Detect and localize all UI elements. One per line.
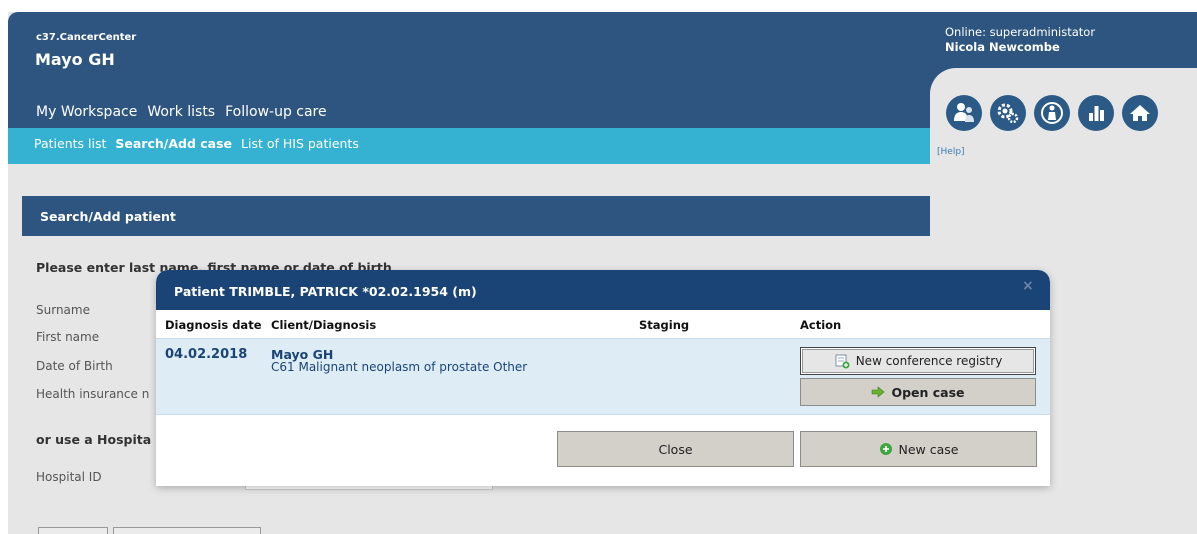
plus-circle-icon (879, 443, 892, 455)
form-button-right[interactable] (113, 527, 261, 534)
gears-icon[interactable] (990, 95, 1026, 131)
person-cycle-icon[interactable] (1034, 95, 1070, 131)
subnav-search-add-case[interactable]: Search/Add case (115, 136, 232, 151)
nav-work-lists[interactable]: Work lists (147, 104, 215, 120)
new-case-label: New case (898, 441, 959, 457)
or-hospital-label: or use a Hospita (36, 432, 152, 447)
new-case-button[interactable]: New case (800, 431, 1037, 467)
search-panel-title: Search/Add patient (22, 196, 930, 236)
open-case-button[interactable]: Open case (800, 378, 1036, 406)
new-conference-registry-label: New conference registry (855, 354, 1003, 368)
col-client-diagnosis: Client/Diagnosis (271, 318, 377, 332)
subnav-his-patients[interactable]: List of HIS patients (241, 136, 359, 151)
arrow-right-icon (872, 386, 885, 398)
form-button-left[interactable] (38, 527, 108, 534)
subnav-patients-list[interactable]: Patients list (34, 136, 106, 151)
diagnosis-text: C61 Malignant neoplasm of prostate Other (271, 360, 528, 374)
field-label-surname: Surname (36, 303, 90, 317)
open-case-label: Open case (891, 384, 965, 400)
patient-modal: Patient TRIMBLE, PATRICK *02.02.1954 (m)… (156, 270, 1050, 486)
bar-chart-icon[interactable] (1078, 95, 1114, 131)
user-name: Nicola Newcombe (945, 40, 1060, 54)
main-nav: My Workspace Work lists Follow-up care (36, 104, 327, 120)
org-title: Mayo GH (35, 50, 115, 69)
field-label-health-insurance: Health insurance n (36, 387, 150, 401)
col-staging: Staging (639, 318, 690, 332)
close-button-label: Close (658, 441, 693, 457)
field-label-hospital-id: Hospital ID (36, 470, 102, 484)
home-icon[interactable] (1122, 95, 1158, 131)
online-status: Online: superadministator (945, 25, 1096, 39)
close-button[interactable]: Close (557, 431, 794, 467)
user-group-icon[interactable] (946, 95, 982, 131)
sub-nav: Patients list Search/Add case List of HI… (34, 136, 359, 151)
nav-follow-up-care[interactable]: Follow-up care (225, 104, 327, 120)
close-icon[interactable]: × (1022, 278, 1034, 294)
new-conference-registry-button[interactable]: New conference registry (800, 347, 1036, 375)
diagnosis-date-value: 04.02.2018 (165, 347, 248, 362)
nav-my-workspace[interactable]: My Workspace (36, 104, 137, 120)
conference-registry-icon (835, 354, 850, 369)
modal-title: Patient TRIMBLE, PATRICK *02.02.1954 (m) (174, 284, 477, 299)
col-diagnosis-date: Diagnosis date (165, 318, 262, 332)
col-action: Action (800, 318, 842, 332)
app-name: c37.CancerCenter (36, 32, 137, 43)
field-label-date-of-birth: Date of Birth (36, 359, 113, 373)
field-label-first-name: First name (36, 330, 100, 344)
help-link[interactable]: [Help] (937, 147, 965, 157)
toolbar-icons (946, 95, 1158, 131)
